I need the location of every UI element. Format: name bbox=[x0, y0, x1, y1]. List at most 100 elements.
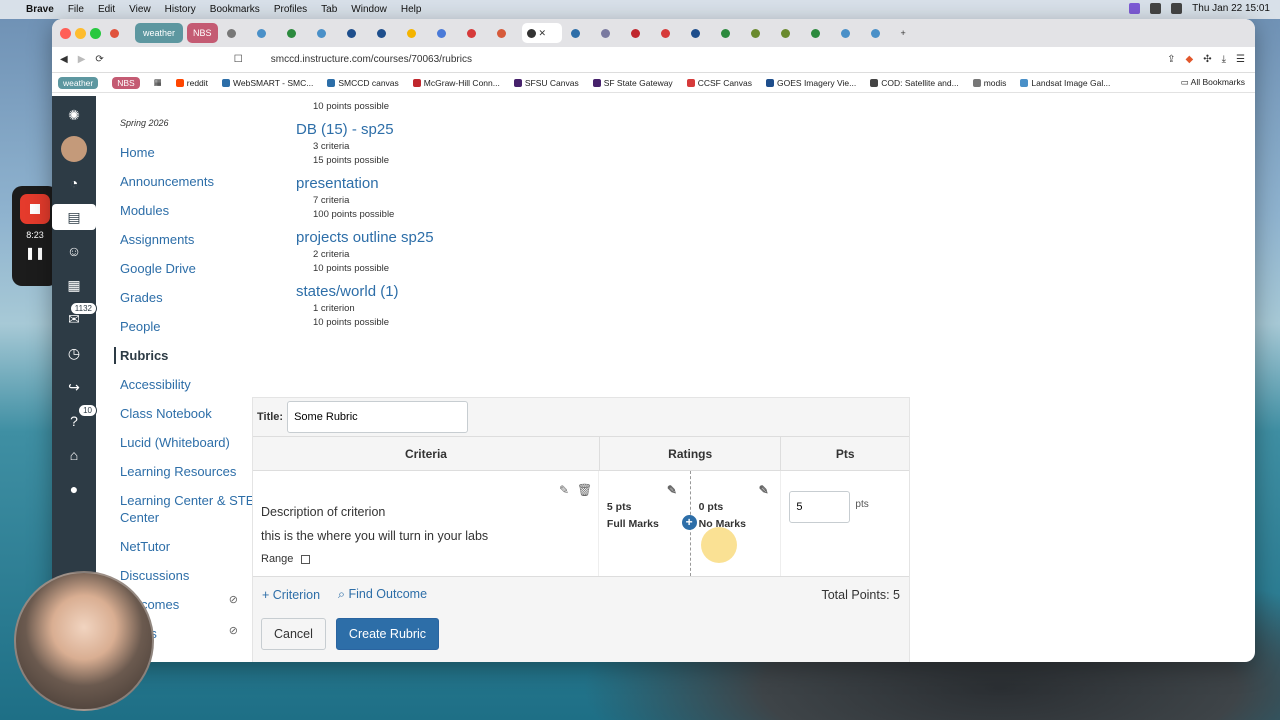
course-nav-people[interactable]: People bbox=[120, 318, 266, 335]
forward-icon[interactable]: ▶ bbox=[78, 54, 86, 65]
maximize-window-button[interactable] bbox=[90, 27, 101, 39]
bookmark-websmart[interactable]: WebSMART - SMC... bbox=[222, 78, 313, 88]
close-icon[interactable]: ✕ bbox=[539, 28, 547, 39]
menu-tab[interactable]: Tab bbox=[321, 4, 337, 15]
edit-rating-pencil-icon[interactable]: ✎ bbox=[667, 483, 677, 497]
calendar-icon[interactable]: ▦ bbox=[61, 272, 87, 298]
menu-bookmarks[interactable]: Bookmarks bbox=[210, 4, 260, 15]
bookmark-smccd-canvas[interactable]: SMCCD canvas bbox=[327, 78, 399, 88]
tab[interactable] bbox=[716, 23, 742, 43]
all-bookmarks[interactable]: ▭ All Bookmarks bbox=[1181, 77, 1245, 88]
range-checkbox[interactable] bbox=[301, 554, 311, 564]
rubric-title-link[interactable]: presentation bbox=[296, 174, 1255, 194]
brave-shields-icon[interactable]: ◆ bbox=[1186, 54, 1194, 65]
edit-criterion-pencil-icon[interactable]: ✎ bbox=[559, 483, 569, 497]
menu-history[interactable]: History bbox=[165, 4, 196, 15]
tab[interactable] bbox=[432, 23, 458, 43]
menu-icon[interactable]: ☰ bbox=[1236, 54, 1245, 65]
menu-help[interactable]: Help bbox=[401, 4, 422, 15]
status-icon[interactable] bbox=[1129, 3, 1141, 14]
tab[interactable] bbox=[836, 23, 862, 43]
bookmark-mcgraw-hill[interactable]: McGraw-Hill Conn... bbox=[412, 78, 500, 88]
tab[interactable] bbox=[402, 23, 428, 43]
groups-icon[interactable]: ☺ bbox=[61, 238, 87, 264]
course-nav-google-drive[interactable]: Google Drive bbox=[120, 260, 266, 277]
share-icon[interactable]: ⇪ bbox=[1167, 54, 1175, 65]
tab[interactable] bbox=[462, 23, 488, 43]
create-rubric-button[interactable]: Create Rubric bbox=[335, 618, 440, 650]
course-nav-rubrics[interactable]: Rubrics bbox=[114, 347, 266, 364]
tab[interactable] bbox=[626, 23, 652, 43]
wifi-icon[interactable] bbox=[1150, 3, 1162, 14]
bookmark-nbs[interactable]: NBS bbox=[112, 76, 140, 89]
tab[interactable] bbox=[656, 23, 682, 43]
pause-icon[interactable]: ❚❚ bbox=[25, 246, 45, 260]
tab[interactable] bbox=[866, 23, 892, 43]
tab[interactable] bbox=[282, 23, 308, 43]
search-icon[interactable] bbox=[1171, 3, 1183, 14]
download-icon[interactable]: ⤓ bbox=[1222, 54, 1226, 65]
dashboard-icon[interactable]: ◔ bbox=[61, 170, 87, 196]
course-nav-accessibility[interactable]: Accessibility bbox=[120, 376, 266, 393]
bookmark-goes-imagery[interactable]: GOES Imagery Vie... bbox=[766, 78, 856, 88]
course-nav-home[interactable]: Home bbox=[120, 144, 266, 161]
criterion-points-input[interactable] bbox=[789, 491, 851, 523]
bookmark-weather[interactable]: weather bbox=[58, 76, 99, 89]
tab[interactable] bbox=[686, 23, 712, 43]
tab-active[interactable]: ✕ bbox=[521, 23, 562, 43]
rubric-title-link[interactable]: projects outline sp25 bbox=[296, 228, 1255, 248]
cancel-button[interactable]: Cancel bbox=[261, 618, 326, 650]
tab[interactable] bbox=[312, 23, 338, 43]
tab[interactable] bbox=[252, 23, 278, 43]
bookmark-ccsf-canvas[interactable]: CCSF Canvas bbox=[686, 78, 752, 88]
reload-icon[interactable]: ⟳ bbox=[95, 54, 103, 65]
delete-criterion-trash-icon[interactable]: 🗑 bbox=[577, 483, 592, 497]
tab[interactable] bbox=[776, 23, 802, 43]
history-icon[interactable]: ◷ bbox=[61, 340, 87, 366]
extensions-icon[interactable]: ✣ bbox=[1203, 54, 1211, 65]
canvas-logo-icon[interactable]: ✺ bbox=[61, 102, 87, 128]
bookmark-reddit[interactable]: reddit bbox=[175, 78, 208, 88]
close-window-button[interactable] bbox=[60, 27, 71, 39]
bookmark-landsat[interactable]: Landsat Image Gal... bbox=[1020, 78, 1110, 88]
inbox-icon[interactable]: ✉ 1132 bbox=[61, 302, 97, 332]
bookmark-cod-satellite[interactable]: COD: Satellite and... bbox=[870, 78, 959, 88]
rating-no-marks[interactable]: + ✎ 0 pts No Marks bbox=[681, 471, 781, 576]
bookmark-sfsu-canvas[interactable]: SFSU Canvas bbox=[513, 78, 579, 88]
url-field[interactable]: smccd.instructure.com/courses/70063/rubr… bbox=[271, 54, 1157, 65]
course-nav-announcements[interactable]: Announcements bbox=[120, 173, 266, 190]
add-rating-plus-icon[interactable]: + bbox=[681, 515, 697, 530]
find-outcome-button[interactable]: ⌕ Find Outcome bbox=[338, 587, 427, 602]
chat-icon[interactable]: ● bbox=[61, 476, 87, 502]
tab[interactable] bbox=[566, 23, 592, 43]
bookmark-modis[interactable]: modis bbox=[972, 78, 1006, 88]
institution-icon[interactable]: ⌂ bbox=[61, 442, 87, 468]
tab[interactable] bbox=[222, 23, 248, 43]
tab-group-nbs[interactable]: NBS bbox=[187, 23, 218, 43]
course-nav-grades[interactable]: Grades bbox=[120, 289, 266, 306]
tab[interactable] bbox=[746, 23, 772, 43]
menu-window[interactable]: Window bbox=[351, 4, 387, 15]
tab-group-weather[interactable]: weather bbox=[135, 23, 184, 43]
courses-icon[interactable]: ▤ bbox=[52, 204, 96, 230]
back-icon[interactable]: ◀ bbox=[60, 54, 68, 65]
help-icon[interactable]: ? 10 bbox=[61, 404, 97, 434]
commons-icon[interactable]: ↪ bbox=[61, 374, 87, 400]
course-nav-learning-center[interactable]: Learning Center & STEM Center bbox=[120, 492, 266, 526]
edit-rating-pencil-icon[interactable]: ✎ bbox=[759, 483, 769, 497]
menu-file[interactable]: File bbox=[68, 4, 84, 15]
account-avatar[interactable] bbox=[61, 136, 87, 162]
tab[interactable] bbox=[806, 23, 832, 43]
new-tab-button[interactable]: + bbox=[896, 23, 922, 43]
rubric-title-input[interactable] bbox=[287, 401, 469, 433]
course-nav-learning-resources[interactable]: Learning Resources bbox=[120, 463, 266, 480]
course-nav-lucid[interactable]: Lucid (Whiteboard) bbox=[120, 434, 266, 451]
rating-full-marks[interactable]: ✎ 5 pts Full Marks bbox=[599, 471, 690, 576]
stop-recording-button[interactable] bbox=[20, 194, 50, 224]
add-criterion-button[interactable]: + Criterion bbox=[262, 588, 320, 602]
tab[interactable] bbox=[596, 23, 622, 43]
course-nav-nettutor[interactable]: NetTutor bbox=[120, 538, 266, 555]
menu-edit[interactable]: Edit bbox=[98, 4, 115, 15]
app-name[interactable]: Brave bbox=[26, 4, 54, 15]
rubric-title-link[interactable]: states/world (1) bbox=[296, 282, 1255, 302]
